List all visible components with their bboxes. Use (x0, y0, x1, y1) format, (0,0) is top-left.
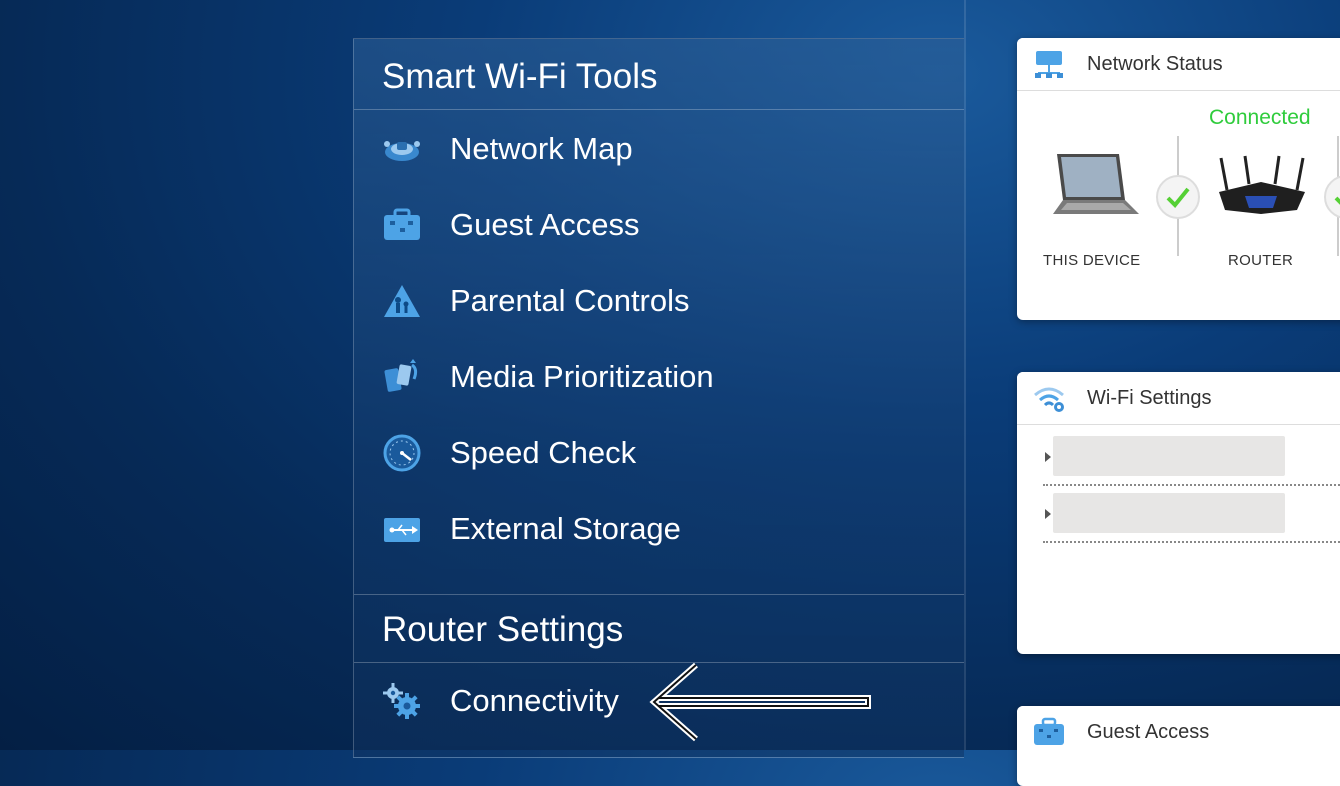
network-status-icon (1031, 49, 1067, 79)
menu-item-label: Connectivity (450, 683, 619, 718)
check-icon (1156, 175, 1200, 219)
wifi-settings-widget[interactable]: Wi-Fi Settings (1017, 372, 1340, 654)
network-status-widget[interactable]: Network Status Connected THIS DEVICE ROU… (1017, 38, 1340, 320)
widget-header: Network Status (1017, 38, 1340, 91)
menu-item-media-prioritization[interactable]: Media Prioritization (354, 349, 964, 405)
router-icon (1219, 155, 1305, 214)
section-separator (354, 109, 964, 110)
media-prioritization-icon (380, 355, 424, 399)
widget-header: Guest Access (1017, 706, 1340, 758)
menu-item-guest-access[interactable]: Guest Access (354, 197, 964, 253)
menu-item-label: External Storage (450, 511, 681, 546)
router-settings-title: Router Settings (382, 610, 624, 649)
speed-check-icon (380, 431, 424, 475)
pointer-arrow-icon (649, 662, 871, 742)
check-icon (1324, 175, 1340, 219)
wifi-network-row[interactable] (1043, 434, 1340, 490)
menu-item-parental-controls[interactable]: Parental Controls (354, 273, 964, 329)
guest-access-icon (380, 203, 424, 247)
section-separator (354, 594, 964, 595)
this-device-label: THIS DEVICE (1043, 252, 1141, 269)
widget-title: Wi-Fi Settings (1087, 386, 1212, 409)
wifi-network-row[interactable] (1043, 491, 1340, 547)
tools-panel: Smart Wi-Fi Tools Network Map Guest Acce… (353, 38, 964, 758)
network-map-icon (380, 127, 424, 171)
wifi-settings-icon (1031, 383, 1067, 413)
smart-wifi-tools-title: Smart Wi-Fi Tools (382, 57, 658, 96)
menu-item-label: Speed Check (450, 435, 637, 470)
row-divider (1043, 541, 1340, 543)
row-divider (1043, 484, 1340, 486)
widget-title: Network Status (1087, 52, 1223, 75)
redacted-network-name (1053, 493, 1285, 533)
expand-arrow-icon[interactable] (1045, 452, 1051, 462)
menu-item-speed-check[interactable]: Speed Check (354, 425, 964, 481)
gears-icon (380, 679, 424, 723)
expand-arrow-icon[interactable] (1045, 509, 1051, 519)
column-divider (964, 0, 966, 750)
menu-item-label: Parental Controls (450, 283, 690, 318)
menu-item-label: Guest Access (450, 207, 640, 242)
widget-header: Wi-Fi Settings (1017, 372, 1340, 425)
guest-access-icon (1031, 717, 1067, 747)
menu-item-label: Media Prioritization (450, 359, 714, 394)
menu-item-external-storage[interactable]: External Storage (354, 501, 964, 557)
menu-item-network-map[interactable]: Network Map (354, 121, 964, 177)
widget-title: Guest Access (1087, 720, 1210, 743)
guest-access-widget[interactable]: Guest Access (1017, 706, 1340, 786)
connection-status: Connected (1209, 106, 1311, 129)
redacted-network-name (1053, 436, 1285, 476)
laptop-icon (1053, 154, 1139, 214)
external-storage-icon (380, 507, 424, 551)
router-label: ROUTER (1228, 252, 1294, 269)
menu-item-label: Network Map (450, 131, 633, 166)
parental-controls-icon (380, 279, 424, 323)
